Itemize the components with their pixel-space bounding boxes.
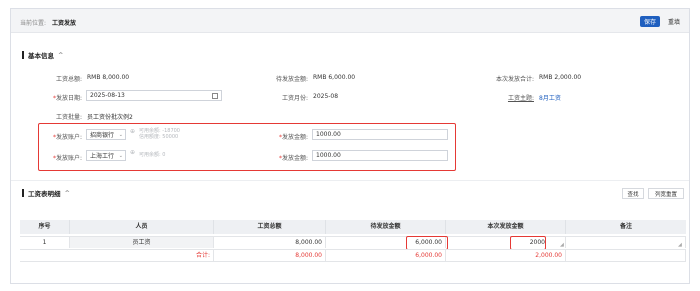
pending-label: 待发放金额:	[275, 76, 308, 83]
save-button[interactable]: 保存	[640, 16, 660, 27]
resize-handle-icon[interactable]: ◢	[560, 242, 564, 248]
row-index: 1	[20, 236, 70, 248]
account-1-credit: 信用额度: 50000	[139, 134, 179, 140]
calendar-icon[interactable]	[212, 93, 218, 99]
account-1-select[interactable]: 招商银行 ⌄	[86, 129, 126, 140]
table-bottom-border	[20, 261, 686, 262]
sum-label: 合计:	[20, 249, 214, 261]
column-header-index[interactable]: 序号	[20, 220, 70, 234]
batch-label: 工资批量:	[55, 114, 82, 121]
amount-1-input[interactable]: 1000.00	[312, 129, 448, 140]
account-2-select[interactable]: 上海工行 ⌄	[86, 150, 126, 161]
current-total-value: RMB 2,000.00	[539, 74, 582, 81]
batch-value: 员工资份批次例2	[87, 114, 133, 121]
column-header-pending[interactable]: 待发放金额	[326, 220, 446, 234]
subject-label: 工资主题:	[507, 95, 534, 102]
add-icon[interactable]: ⊕	[130, 128, 135, 135]
chevron-down-icon: ⌄	[118, 132, 123, 138]
breadcrumb-prefix: 当前位置:	[20, 20, 47, 27]
total-label: 工资总额:	[55, 76, 82, 83]
current-highlight	[510, 236, 546, 250]
total-value: RMB 8,000.00	[87, 74, 130, 81]
row-note-input[interactable]	[566, 236, 686, 248]
column-header-person[interactable]: 人员	[70, 220, 214, 234]
reset-columns-button[interactable]: 列宽重置	[648, 188, 684, 199]
section-divider	[11, 180, 689, 181]
pending-value: RMB 6,000.00	[313, 74, 356, 81]
resize-handle-icon[interactable]: ◢	[678, 242, 682, 248]
basic-section-title[interactable]: 基本信息 ^	[28, 50, 63, 60]
breadcrumb-current: 工资发放	[52, 20, 77, 27]
section-marker	[22, 189, 24, 197]
date-input[interactable]: 2025-08-13	[86, 90, 222, 101]
add-icon[interactable]: ⊕	[130, 149, 135, 156]
month-value: 2025-08	[313, 93, 339, 100]
column-header-total[interactable]: 工资总额	[214, 220, 326, 234]
month-label: 工资月份:	[281, 95, 308, 102]
basic-title-text: 基本信息	[28, 52, 54, 60]
row-current-input[interactable]: 2000	[446, 236, 566, 248]
column-header-note[interactable]: 备注	[566, 220, 686, 234]
return-button[interactable]: 重填	[664, 16, 684, 27]
pending-highlight	[406, 236, 448, 250]
amount-2-label: *发放金额:	[278, 155, 308, 162]
column-header-current[interactable]: 本次发放金额	[446, 220, 566, 234]
chevron-up-icon[interactable]: ^	[65, 189, 70, 197]
account-2-balance: 可用余额: 0	[139, 152, 166, 158]
chevron-down-icon: ⌄	[118, 153, 123, 159]
current-total-label: 本次发放合计:	[495, 76, 534, 83]
amount-2-input[interactable]: 1000.00	[312, 150, 448, 161]
row-person[interactable]: 员工资	[70, 236, 214, 248]
chevron-up-icon[interactable]: ^	[58, 51, 63, 59]
row-total: 8,000.00	[214, 236, 326, 248]
sum-total: 8,000.00	[214, 249, 326, 261]
top-bar	[11, 9, 689, 33]
detail-section-title[interactable]: 工资表明细 ^	[28, 188, 70, 198]
subject-link[interactable]: 8月工资	[539, 93, 561, 102]
section-marker	[22, 51, 24, 59]
amount-1-label: *发放金额:	[278, 134, 308, 141]
account-1-label: *发放账户:	[52, 134, 82, 141]
query-button[interactable]: 查找	[622, 188, 644, 199]
sum-pending: 6,000.00	[326, 249, 446, 261]
detail-title-text: 工资表明细	[28, 190, 61, 198]
sum-note	[566, 249, 686, 261]
sum-current: 2,000.00	[446, 249, 566, 261]
account-2-label: *发放账户:	[52, 155, 82, 162]
date-label: *发放日期:	[52, 95, 82, 102]
